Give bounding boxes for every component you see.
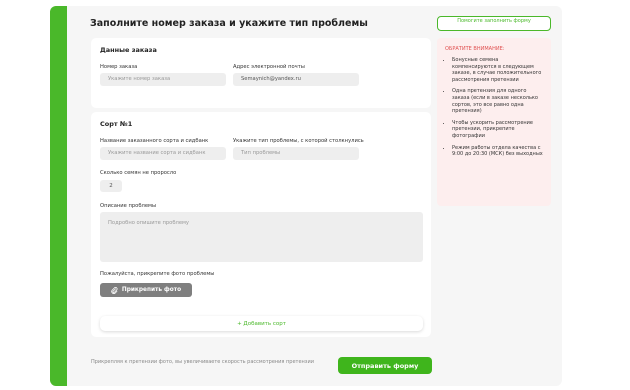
seeds-count-label: Сколько семян не проросло (100, 170, 177, 176)
attach-photo-label: Прикрепить фото (121, 287, 182, 293)
description-label: Описание проблемы (100, 203, 157, 209)
description-textarea[interactable]: Подробно опишите проблему (100, 212, 423, 262)
email-input[interactable]: Semaynich@yandex.ru (233, 73, 359, 86)
notice-item: Одна претензия для одного заказа (если в… (452, 88, 543, 114)
order-data-heading: Данные заказа (100, 46, 157, 54)
attach-photo-button[interactable]: Прикрепить фото (100, 283, 192, 297)
seeds-count-input[interactable]: 2 (100, 180, 122, 192)
notice-box: ОБРАТИТЕ ВНИМАНИЕ: Бонусные семена компе… (437, 38, 551, 206)
order-number-input[interactable]: Укажите номер заказа (100, 73, 226, 86)
sort-heading: Сорт №1 (100, 120, 133, 128)
bottom-note: Прикрепляя к претензии фото, вы увеличив… (91, 359, 314, 365)
problem-type-label: Укажите тип проблемы, с которой столкнул… (233, 138, 364, 144)
notice-list: Бонусные семена компенсируются в следующ… (445, 57, 543, 158)
notice-item: Режим работы отдела качества с 9:00 до 2… (452, 145, 543, 158)
submit-button[interactable]: Отправить форму (338, 357, 432, 374)
paperclip-icon (111, 286, 118, 294)
problem-type-select[interactable]: Тип проблемы (233, 147, 359, 160)
add-sort-button[interactable]: + Добавить сорт (100, 316, 423, 331)
sort-name-label: Название заказанного сорта и сидбанк (100, 138, 209, 144)
notice-item: Бонусные семена компенсируются в следующ… (452, 57, 543, 83)
order-number-label: Номер заказа (100, 64, 138, 70)
accent-sidebar-bar (50, 6, 67, 386)
notice-item: Чтобы ускорить рассмотрение претензии, п… (452, 120, 543, 140)
sort-name-input[interactable]: Укажите название сорта и сидбанк (100, 147, 226, 160)
photo-label: Пожалуйста, прикрепите фото проблемы (100, 271, 215, 277)
page-title: Заполните номер заказа и укажите тип про… (90, 18, 368, 29)
email-label: Адрес электронной почты (233, 64, 305, 70)
notice-title: ОБРАТИТЕ ВНИМАНИЕ: (445, 46, 505, 52)
help-fill-button[interactable]: Помогите заполнить форму (437, 16, 551, 31)
